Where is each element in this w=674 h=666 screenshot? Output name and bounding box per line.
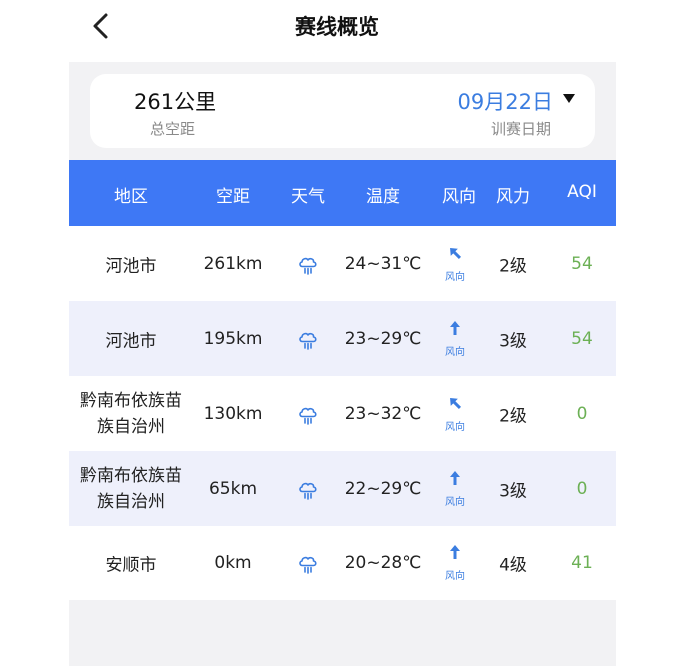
column-header-wind-force: 风力 <box>496 187 530 207</box>
wind-direction-label: 风向 <box>445 421 465 433</box>
arrow-up-left-icon <box>447 245 463 266</box>
table-row: 黔南布依族苗 族自治州 130km 23~32℃ 风向 2级 0 <box>69 376 616 451</box>
table-row: 河池市 195km 23~29℃ 风向 3级 54 <box>69 301 616 376</box>
total-distance-value: 261公里 <box>134 90 217 114</box>
temperature-cell: 24~31℃ <box>344 253 422 274</box>
arrow-up-left-icon <box>447 395 463 416</box>
wind-force-cell: 3级 <box>499 331 527 351</box>
training-date-label: 训赛日期 <box>490 120 551 138</box>
temperature-cell: 23~32℃ <box>344 403 422 424</box>
aqi-cell: 41 <box>571 553 593 573</box>
aqi-cell: 54 <box>571 253 593 274</box>
wind-direction-cell: 风向 <box>445 320 465 358</box>
rain-cloud-icon <box>296 551 320 575</box>
wind-direction-cell: 风向 <box>445 245 465 283</box>
column-header-region: 地区 <box>114 187 148 207</box>
arrow-up-icon <box>447 544 463 565</box>
wind-direction-label: 风向 <box>445 271 465 283</box>
temperature-cell: 20~28℃ <box>344 553 422 573</box>
region-name: 黔南布依族苗 <box>80 465 182 486</box>
rain-cloud-icon <box>296 477 320 501</box>
summary-card: 261公里 总空距 09月22日 训赛日期 <box>90 74 595 148</box>
column-header-wind-direction: 风向 <box>442 187 476 207</box>
aqi-cell: 0 <box>576 403 588 424</box>
arrow-up-icon <box>447 320 463 341</box>
distance-cell: 261km <box>203 253 263 274</box>
distance-cell: 130km <box>203 403 263 424</box>
rain-cloud-icon <box>296 252 320 276</box>
table-row: 安顺市 0km 20~28℃ 风向 4级 41 <box>69 526 616 600</box>
wind-force-cell: 4级 <box>499 555 527 576</box>
column-header-weather: 天气 <box>291 187 325 207</box>
column-header-aqi: AQI <box>567 182 597 202</box>
column-header-distance: 空距 <box>216 187 250 207</box>
page-title: 赛线概览 <box>295 15 379 39</box>
distance-cell: 65km <box>208 478 258 499</box>
wind-force-cell: 2级 <box>499 256 527 276</box>
column-header-temperature: 温度 <box>366 187 400 207</box>
distance-cell: 195km <box>203 328 263 349</box>
wind-direction-label: 风向 <box>445 496 465 508</box>
region-name: 安顺市 <box>105 555 157 576</box>
region-name-line2: 族自治州 <box>97 416 165 437</box>
top-bar: 赛线概览 <box>0 0 674 52</box>
aqi-cell: 54 <box>571 328 593 349</box>
wind-force-cell: 3级 <box>499 481 527 501</box>
arrow-up-icon <box>447 470 463 491</box>
region-cell: 黔南布依族苗 族自治州 <box>80 388 182 440</box>
wind-direction-cell: 风向 <box>445 395 465 433</box>
rain-cloud-icon <box>296 327 320 351</box>
wind-direction-cell: 风向 <box>445 544 465 582</box>
region-cell: 安顺市 <box>106 551 157 576</box>
wind-direction-cell: 风向 <box>445 470 465 508</box>
region-cell: 河池市 <box>106 326 157 351</box>
temperature-cell: 22~29℃ <box>344 478 422 499</box>
total-distance-label: 总空距 <box>150 120 196 138</box>
rain-cloud-icon <box>296 402 320 426</box>
temperature-cell: 23~29℃ <box>344 328 422 349</box>
distance-cell: 0km <box>214 553 252 573</box>
region-name: 黔南布依族苗 <box>80 390 182 411</box>
region-cell: 河池市 <box>106 251 157 276</box>
region-name-line2: 族自治州 <box>97 491 165 512</box>
table-header: 地区 空距 天气 温度 风向 风力 AQI <box>69 160 616 226</box>
aqi-cell: 0 <box>576 478 588 499</box>
wind-force-cell: 2级 <box>499 406 527 426</box>
wind-direction-label: 风向 <box>445 346 465 358</box>
training-date-picker[interactable]: 09月22日 <box>458 86 553 116</box>
caret-down-icon[interactable] <box>563 94 575 103</box>
region-cell: 黔南布依族苗 族自治州 <box>80 463 182 515</box>
table-row: 河池市 261km 24~31℃ 风向 2级 54 <box>69 226 616 301</box>
region-name: 河池市 <box>105 256 157 276</box>
wind-direction-label: 风向 <box>445 571 465 582</box>
table-row: 黔南布依族苗 族自治州 65km 22~29℃ 风向 3级 0 <box>69 451 616 526</box>
region-name: 河池市 <box>105 331 157 351</box>
